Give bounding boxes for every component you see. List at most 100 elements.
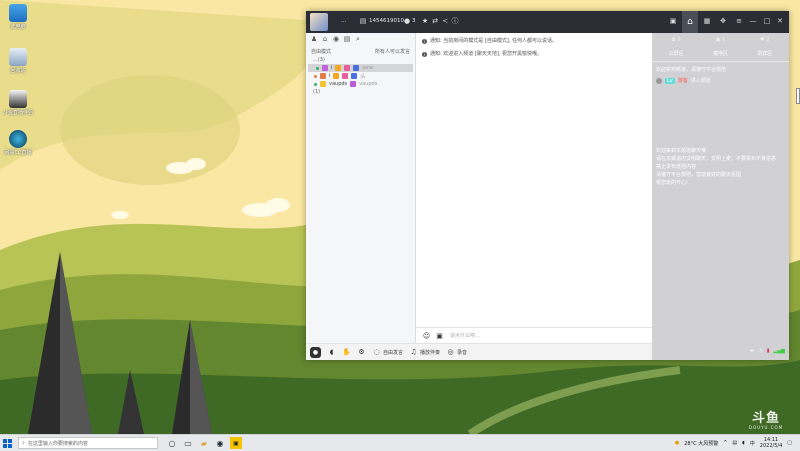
taskbar-search[interactable]: ⌕ 在这里输入你要搜索的内容: [18, 437, 158, 449]
vip-icon: [344, 65, 351, 71]
online-dot: [314, 74, 317, 78]
mode-dropdown[interactable]: 自由模式: [311, 48, 331, 55]
member-badge-icon: [320, 73, 326, 79]
system-tray: ● 28°C 大风预警 ^ ▤ ◖ 中 14:11 2022/5/4 ▢: [675, 437, 800, 449]
member-panel: ♟ ⌂ ◉ ▤ ⌕ 自由模式 所有人可以发言 ...(3) i jane i 头…: [306, 33, 416, 343]
vip-icon: [342, 73, 349, 79]
menu-icon[interactable]: ≡: [734, 16, 744, 26]
level-tag: Lv: [665, 77, 675, 84]
list-icon[interactable]: ▤: [343, 35, 351, 43]
user-name[interactable]: 游客: [678, 77, 688, 84]
recycle-bin-icon: [9, 48, 27, 66]
title-dots: ...: [341, 18, 347, 24]
tab-vip[interactable]: 贵宾区: [757, 50, 772, 57]
lock-icon[interactable]: ▬: [750, 348, 755, 354]
tab-mic-queue[interactable]: 麦序区: [713, 50, 728, 57]
chat-area: i 通知: 当前房间的模式是 [自由模式], 任何人都可以说话。 i 通知: 欢…: [416, 33, 652, 327]
desktop-icon-recycle-bin[interactable]: 回收站: [2, 48, 34, 74]
message-icon[interactable]: ▦: [702, 16, 712, 26]
settings-icon[interactable]: ⚙: [357, 348, 366, 357]
edge-handle[interactable]: [796, 88, 800, 104]
panel-bottom-bar: ▬ ◔ ▮ ▂▄▆: [652, 342, 789, 360]
douyu-watermark: 斗鱼 DOUYU.COM: [748, 411, 784, 430]
mic-button[interactable]: ●: [310, 346, 321, 358]
file-explorer-icon[interactable]: ▰: [196, 435, 212, 451]
member-row[interactable]: i jane: [308, 64, 413, 72]
user-action: 进入频道: [690, 78, 711, 84]
chat-input[interactable]: [448, 331, 612, 340]
close-icon[interactable]: ✕: [775, 16, 785, 26]
info-icon: i: [422, 39, 427, 44]
start-button[interactable]: [0, 435, 14, 451]
record-circle-icon: ◎: [447, 348, 454, 356]
notification-icon[interactable]: ▢: [787, 440, 792, 446]
alert-icon[interactable]: ▮: [767, 348, 770, 354]
share-icon[interactable]: ≺: [440, 16, 450, 26]
avatar[interactable]: [310, 13, 328, 31]
info-icon[interactable]: ⓘ: [450, 16, 460, 26]
heart-count: ♥ 2: [760, 37, 770, 43]
member-badge-icon: [320, 81, 326, 87]
favorite-icon[interactable]: ★: [420, 16, 430, 26]
member-tail: jane: [362, 65, 374, 71]
emoji-icon[interactable]: ☺: [422, 331, 431, 340]
swap-icon[interactable]: ⇄: [430, 16, 440, 26]
signal-icon: ▂▄▆: [773, 348, 785, 354]
maximize-icon[interactable]: □: [762, 16, 772, 26]
member-row[interactable]: vaupds vaupds: [306, 80, 415, 88]
tab-public-screen[interactable]: 公屏区: [669, 50, 684, 57]
mode-hint: 所有人可以发言: [374, 49, 410, 55]
clock-icon[interactable]: ◔: [758, 348, 762, 354]
monitor-icon: [9, 4, 27, 22]
panel-tabs: 公屏区 麦序区 贵宾区: [652, 45, 789, 62]
title-bar: ... ▤ 1454619010 ● 3 ★ ⇄ ≺ ⓘ ▣ ⌂ ▦ ✥ ≡ —…: [306, 11, 789, 33]
minimize-icon[interactable]: —: [748, 16, 758, 26]
weather-text[interactable]: 28°C 大风预警: [684, 440, 718, 447]
tray-chevron-icon[interactable]: ^: [723, 440, 727, 446]
user-count-icon: ●: [403, 17, 411, 25]
level-icon: [333, 73, 340, 79]
member-tail: 头: [360, 73, 366, 80]
music-icon: ♫: [410, 348, 417, 356]
desktop-icon-this-pc[interactable]: 此电脑: [2, 4, 34, 30]
hand-icon[interactable]: ✋: [342, 348, 351, 357]
record-icon[interactable]: ▣: [668, 16, 678, 26]
image-icon[interactable]: ▣: [435, 331, 444, 340]
user-icon[interactable]: ♟: [310, 35, 318, 43]
group-header[interactable]: ...(3): [306, 56, 415, 64]
location-icon[interactable]: ◉: [332, 35, 340, 43]
bottom-toolbar: ● ◖ ✋ ⚙ ◌ 自由发言 ♫ 播放伴奏 ◎ 录音: [306, 343, 652, 360]
taskbar-clock[interactable]: 14:11 2022/5/4: [760, 437, 782, 449]
task-view-icon[interactable]: ○: [164, 435, 180, 451]
rule-line: 请在本频道内文明聊天，文明上麦，不要发布不良信息: [656, 156, 777, 162]
free-speak-button[interactable]: ◌ 自由发言: [372, 348, 403, 357]
desktop-icon-cc[interactable]: 网易CC直播: [2, 130, 34, 156]
search-icon: ⌕: [22, 440, 25, 446]
rule-line: 祝您玩的开心!: [656, 180, 689, 186]
record-button[interactable]: ◎ 录音: [446, 348, 467, 357]
steam-icon[interactable]: ◉: [212, 435, 228, 451]
online-dot: [316, 66, 319, 70]
group-row-empty[interactable]: (1): [306, 88, 415, 96]
rule-line: 欢迎来到本频道聊天哦: [656, 148, 707, 154]
search-icon[interactable]: ⌕: [354, 35, 362, 43]
home-button[interactable]: ⌂: [682, 11, 698, 33]
weather-icon: ●: [674, 440, 680, 446]
network-icon[interactable]: ▤: [732, 440, 737, 446]
douyu-app-icon: [9, 90, 27, 108]
desktop-icon-douyu[interactable]: 斗鱼直播伴侣: [2, 90, 34, 116]
volume-icon[interactable]: ◖: [742, 440, 745, 446]
channel-icon: ▤: [359, 17, 367, 25]
public-screen-panel: ✿ 0 ▣ 1 ♥ 2 公屏区 麦序区 贵宾区 欢迎来到频道，请遵守平台规范 L…: [652, 33, 789, 360]
play-music-button[interactable]: ♫ 播放伴奏: [409, 348, 440, 357]
voice-app-taskbar-icon[interactable]: ▣: [230, 437, 242, 449]
speaker-icon[interactable]: ◖: [327, 348, 336, 357]
ime-icon[interactable]: 中: [750, 440, 755, 447]
member-row[interactable]: i 头: [306, 72, 415, 80]
flower-count: ✿ 0: [671, 37, 681, 43]
system-message: i 通知: 欢迎进入频道 [聊天天地], 祝您开黑愉快哦。: [422, 51, 542, 57]
member-name: vaupds: [329, 81, 348, 87]
task-switch-icon[interactable]: ▭: [180, 435, 196, 451]
gamepad-icon[interactable]: ✥: [718, 16, 728, 26]
home-small-icon[interactable]: ⌂: [321, 35, 329, 43]
